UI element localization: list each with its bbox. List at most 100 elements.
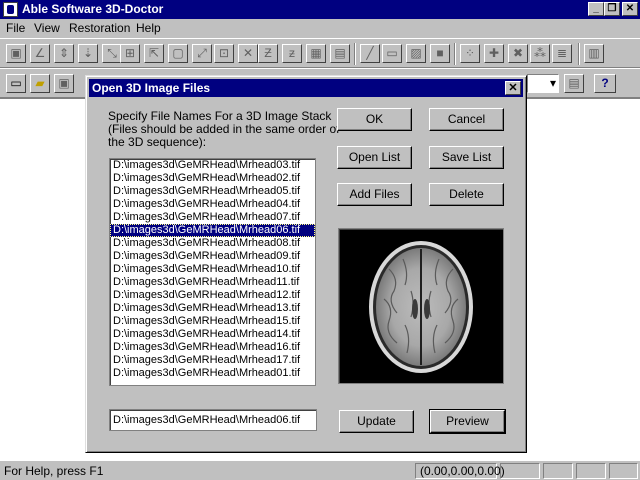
add-point-icon: ✚ bbox=[488, 46, 500, 60]
new-file-icon: ▭ bbox=[10, 76, 22, 90]
delete-point-icon: ✖ bbox=[512, 46, 524, 60]
select-region-button[interactable]: ▣ bbox=[6, 44, 26, 63]
restore-button[interactable]: ❐ bbox=[604, 2, 620, 16]
resample-button[interactable]: ▥ bbox=[584, 44, 604, 63]
resize-button[interactable]: ⤢ bbox=[192, 44, 212, 63]
file-list-item[interactable]: D:\images3d\GeMRHead\Mrhead01.tif bbox=[110, 367, 315, 380]
folder-open-icon: ▰ bbox=[35, 76, 45, 90]
file-list-item[interactable]: D:\images3d\GeMRHead\Mrhead11.tif bbox=[110, 276, 315, 289]
filter-button[interactable]: ▦ bbox=[306, 44, 326, 63]
pen-button[interactable]: ╱ bbox=[360, 44, 380, 63]
resample-icon: ▥ bbox=[588, 46, 600, 60]
file-list-item[interactable]: D:\images3d\GeMRHead\Mrhead13.tif bbox=[110, 302, 315, 315]
file-list-item[interactable]: D:\images3d\GeMRHead\Mrhead03.tif bbox=[110, 159, 315, 172]
vertex-icon: ⁘ bbox=[464, 46, 476, 60]
context-help-button[interactable]: ? bbox=[594, 74, 616, 93]
menu-file[interactable]: File bbox=[6, 21, 25, 35]
help-pointer-icon: ? bbox=[601, 76, 609, 90]
crop-button[interactable]: ⊡ bbox=[214, 44, 234, 63]
render-button[interactable]: ▤ bbox=[564, 74, 584, 93]
zoom-button[interactable]: ⇱ bbox=[144, 44, 164, 63]
file-list-item[interactable]: D:\images3d\GeMRHead\Mrhead02.tif bbox=[110, 172, 315, 185]
stack-icon: ▤ bbox=[334, 46, 346, 60]
z-up-button[interactable]: Ƶ bbox=[258, 44, 278, 63]
update-button[interactable]: Update bbox=[339, 410, 414, 433]
save-list-button[interactable]: Save List bbox=[429, 146, 504, 169]
network-button[interactable]: ⁂ bbox=[530, 44, 550, 63]
app-title: Able Software 3D-Doctor bbox=[22, 2, 164, 16]
move-down-icon: ⇣ bbox=[82, 46, 94, 60]
toolbar-separator bbox=[578, 43, 580, 65]
dialog-close-button[interactable]: ✕ bbox=[505, 81, 521, 95]
toolbar-combo[interactable]: ▾ bbox=[527, 74, 559, 93]
menu-restoration[interactable]: Restoration bbox=[69, 21, 130, 35]
status-bar: For Help, press F1 (0.00,0.00,0.00) bbox=[0, 461, 640, 480]
file-list-item[interactable]: D:\images3d\GeMRHead\Mrhead14.tif bbox=[110, 328, 315, 341]
file-list-item[interactable]: D:\images3d\GeMRHead\Mrhead08.tif bbox=[110, 237, 315, 250]
restore-icon: ❐ bbox=[607, 3, 617, 14]
dialog-title: Open 3D Image Files bbox=[92, 81, 211, 95]
image-button[interactable]: ▨ bbox=[406, 44, 426, 63]
z-down-button[interactable]: ƶ bbox=[282, 44, 302, 63]
image-preview bbox=[338, 228, 504, 384]
close-icon: ✕ bbox=[508, 82, 518, 94]
file-list-item[interactable]: D:\images3d\GeMRHead\Mrhead07.tif bbox=[110, 211, 315, 224]
cross-button[interactable]: ✕ bbox=[238, 44, 258, 63]
status-panel-1 bbox=[500, 463, 540, 479]
expand-icon: ⤡ bbox=[107, 46, 117, 60]
new-file-button[interactable]: ▭ bbox=[6, 74, 26, 93]
menu-help[interactable]: Help bbox=[136, 21, 161, 35]
monitor-button[interactable]: ▭ bbox=[382, 44, 402, 63]
open-list-button[interactable]: Open List bbox=[337, 146, 412, 169]
app-title-bar[interactable]: Able Software 3D-Doctor _ ❐ ✕ bbox=[0, 0, 640, 19]
stack-button[interactable]: ▤ bbox=[330, 44, 350, 63]
save-file-button[interactable]: ▣ bbox=[54, 74, 74, 93]
mri-scan-image bbox=[369, 241, 473, 373]
add-files-button[interactable]: Add Files bbox=[337, 183, 412, 206]
align-button[interactable]: ≣ bbox=[552, 44, 572, 63]
expand-button[interactable]: ⤡ bbox=[102, 44, 122, 63]
dialog-title-bar[interactable]: Open 3D Image Files ✕ bbox=[89, 79, 523, 97]
file-list-item[interactable]: D:\images3d\GeMRHead\Mrhead15.tif bbox=[110, 315, 315, 328]
file-list-item[interactable]: D:\images3d\GeMRHead\Mrhead04.tif bbox=[110, 198, 315, 211]
menu-view[interactable]: View bbox=[34, 21, 60, 35]
grid-button[interactable]: ⊞ bbox=[120, 44, 140, 63]
file-path-input[interactable]: D:\images3d\GeMRHead\Mrhead06.tif bbox=[109, 409, 317, 431]
move-up-button[interactable]: ⇕ bbox=[54, 44, 74, 63]
file-list-item[interactable]: D:\images3d\GeMRHead\Mrhead12.tif bbox=[110, 289, 315, 302]
app-icon[interactable] bbox=[3, 2, 18, 17]
vertex-button[interactable]: ⁘ bbox=[460, 44, 480, 63]
file-list-item[interactable]: D:\images3d\GeMRHead\Mrhead10.tif bbox=[110, 263, 315, 276]
square-button[interactable]: ■ bbox=[430, 44, 450, 63]
app-close-button[interactable]: ✕ bbox=[622, 2, 638, 16]
file-list-item[interactable]: D:\images3d\GeMRHead\Mrhead17.tif bbox=[110, 354, 315, 367]
chevron-down-icon: ▾ bbox=[549, 76, 556, 90]
delete-point-button[interactable]: ✖ bbox=[508, 44, 528, 63]
minimize-button[interactable]: _ bbox=[588, 2, 604, 16]
open-file-button[interactable]: ▰ bbox=[30, 74, 50, 93]
add-point-button[interactable]: ✚ bbox=[484, 44, 504, 63]
file-list-item[interactable]: D:\images3d\GeMRHead\Mrhead06.tif bbox=[110, 224, 315, 237]
file-list-item[interactable]: D:\images3d\GeMRHead\Mrhead09.tif bbox=[110, 250, 315, 263]
move-up-icon: ⇕ bbox=[58, 46, 70, 60]
close-icon: ✕ bbox=[625, 3, 635, 14]
zoom-icon: ⇱ bbox=[148, 46, 160, 60]
file-list[interactable]: D:\images3d\GeMRHead\Mrhead03.tif D:\imag… bbox=[109, 158, 316, 386]
delete-button[interactable]: Delete bbox=[429, 183, 504, 206]
line-tool-icon: ∠ bbox=[34, 46, 46, 60]
move-down-button[interactable]: ⇣ bbox=[78, 44, 98, 63]
preview-button[interactable]: Preview bbox=[429, 409, 506, 434]
open-3d-image-files-dialog: Open 3D Image Files ✕ Specify File Names… bbox=[85, 75, 527, 453]
box-button[interactable]: ▢ bbox=[168, 44, 188, 63]
monitor-icon: ▭ bbox=[386, 46, 398, 60]
file-list-item[interactable]: D:\images3d\GeMRHead\Mrhead05.tif bbox=[110, 185, 315, 198]
status-panel-2 bbox=[543, 463, 573, 479]
cancel-button[interactable]: Cancel bbox=[429, 108, 504, 131]
file-list-item[interactable]: D:\images3d\GeMRHead\Mrhead16.tif bbox=[110, 341, 315, 354]
box-icon: ▢ bbox=[172, 46, 184, 60]
line-tool-button[interactable]: ∠ bbox=[30, 44, 50, 63]
toolbar-separator bbox=[354, 43, 356, 65]
ok-button[interactable]: OK bbox=[337, 108, 412, 131]
square-icon: ■ bbox=[436, 46, 444, 60]
menu-bar: File View Restoration Help bbox=[0, 19, 640, 38]
